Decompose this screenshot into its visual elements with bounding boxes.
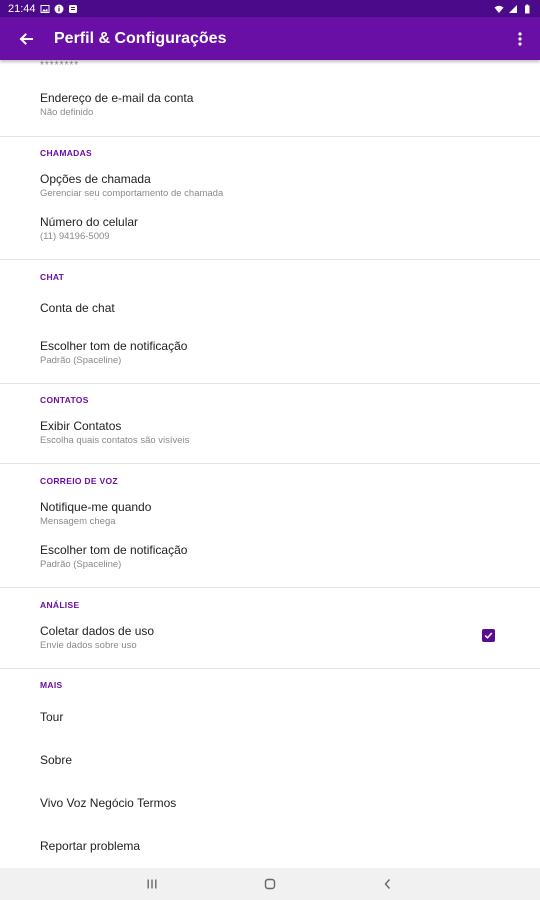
report-problem-title: Reportar problema [40, 839, 141, 853]
chat-tone-item[interactable]: Escolher tom de notificação Padrão (Spac… [0, 339, 540, 367]
chat-account-item[interactable]: Conta de chat [0, 301, 540, 316]
password-partial: ******** [40, 60, 80, 71]
about-title: Sobre [40, 753, 73, 767]
show-contacts-summary: Escolha quais contatos são visíveis [40, 435, 190, 446]
call-options-summary: Gerenciar seu comportamento de chamada [40, 188, 224, 199]
voicemail-tone-summary: Padrão (Spaceline) [40, 559, 122, 570]
system-nav-bar [0, 868, 540, 900]
signal-icon [509, 4, 517, 13]
section-header-contatos: CONTATOS [40, 395, 89, 405]
chat-tone-title: Escolher tom de notificação [40, 339, 188, 353]
recents-button[interactable] [93, 868, 211, 900]
about-item[interactable]: Sobre [0, 753, 540, 768]
call-options-item[interactable]: Opções de chamada Gerenciar seu comporta… [0, 172, 540, 200]
chat-account-title: Conta de chat [40, 301, 115, 315]
divider [0, 463, 540, 464]
terms-item[interactable]: Vivo Voz Negócio Termos [0, 796, 540, 811]
section-header-analise: ANÁLISE [40, 600, 80, 610]
info-icon [54, 4, 64, 13]
image-icon [40, 4, 50, 13]
voicemail-tone-item[interactable]: Escolher tom de notificação Padrão (Spac… [0, 543, 540, 571]
collect-usage-summary: Envie dados sobre uso [40, 640, 137, 651]
more-options-button[interactable] [500, 17, 540, 60]
collect-usage-checkbox[interactable] [482, 629, 495, 642]
home-icon [264, 878, 276, 890]
page-title: Perfil & Configurações [54, 29, 227, 47]
home-button[interactable] [211, 868, 329, 900]
divider [0, 259, 540, 260]
divider [0, 587, 540, 588]
show-contacts-item[interactable]: Exibir Contatos Escolha quais contatos s… [0, 419, 540, 447]
divider [0, 136, 540, 137]
call-options-title: Opções de chamada [40, 172, 151, 186]
battery-icon [525, 4, 530, 13]
wifi-icon [494, 5, 504, 13]
status-bar: 21:44 [0, 0, 540, 17]
voicemail-notify-item[interactable]: Notifique-me quando Mensagem chega [0, 500, 540, 528]
account-email-title: Endereço de e-mail da conta [40, 91, 194, 105]
status-right [494, 4, 532, 14]
recents-icon [147, 879, 157, 889]
collect-usage-title: Coletar dados de uso [40, 624, 155, 638]
voicemail-notify-summary: Mensagem chega [40, 516, 116, 527]
phone-number-item[interactable]: Número do celular (11) 94196-5009 [0, 215, 540, 243]
more-vert-icon [518, 31, 522, 46]
divider [0, 383, 540, 384]
section-header-chat: CHAT [40, 272, 65, 282]
nav-back-button[interactable] [329, 868, 447, 900]
chat-tone-summary: Padrão (Spaceline) [40, 355, 122, 366]
tour-item[interactable]: Tour [0, 710, 540, 725]
back-button[interactable] [0, 17, 52, 60]
divider [0, 668, 540, 669]
collect-usage-item[interactable]: Coletar dados de uso Envie dados sobre u… [0, 624, 540, 652]
app-bar: Perfil & Configurações [0, 17, 540, 60]
section-header-correio-voz: CORREIO DE VOZ [40, 476, 118, 486]
show-contacts-title: Exibir Contatos [40, 419, 122, 433]
phone-number-summary: (11) 94196-5009 [40, 231, 110, 242]
phone-number-title: Número do celular [40, 215, 139, 229]
terms-title: Vivo Voz Negócio Termos [40, 796, 177, 810]
section-header-mais: MAIS [40, 680, 63, 690]
section-header-chamadas: CHAMADAS [40, 148, 92, 158]
arrow-back-icon [19, 32, 33, 45]
status-time: 21:44 [8, 2, 36, 15]
status-left: 21:44 [8, 3, 78, 15]
settings-list[interactable]: ******** Endereço de e-mail da conta Não… [0, 60, 540, 868]
report-problem-item[interactable]: Reportar problema [0, 839, 540, 854]
voicemail-tone-title: Escolher tom de notificação [40, 543, 188, 557]
check-icon [484, 632, 493, 639]
nav-back-icon [384, 879, 391, 889]
voicemail-notify-title: Notifique-me quando [40, 500, 152, 514]
account-email-item[interactable]: Endereço de e-mail da conta Não definido [0, 91, 540, 119]
tour-title: Tour [40, 710, 64, 724]
notification-icon [68, 4, 77, 13]
account-email-summary: Não definido [40, 107, 94, 118]
